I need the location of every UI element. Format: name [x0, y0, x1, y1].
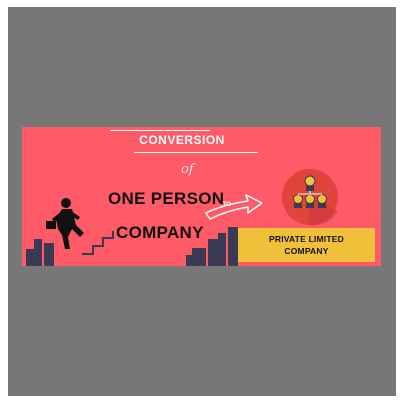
conversion-banner: CONVERSION of ONE PERSON COMPANY TO PRIV… [22, 127, 381, 266]
org-hierarchy-icon [282, 169, 338, 226]
source-line-2: COMPANY [116, 223, 204, 242]
target-company-box: PRIVATE LIMITED COMPANY [238, 228, 375, 262]
title-bottom-line [134, 152, 258, 153]
right-arrow-icon [205, 194, 263, 220]
target-line-2: COMPANY [284, 246, 329, 256]
title-top-line [110, 130, 210, 131]
banner-title: CONVERSION [139, 133, 225, 147]
connector-word: of [181, 162, 194, 177]
target-line-1: PRIVATE LIMITED [269, 234, 344, 244]
arrow-label: TO [222, 202, 232, 208]
